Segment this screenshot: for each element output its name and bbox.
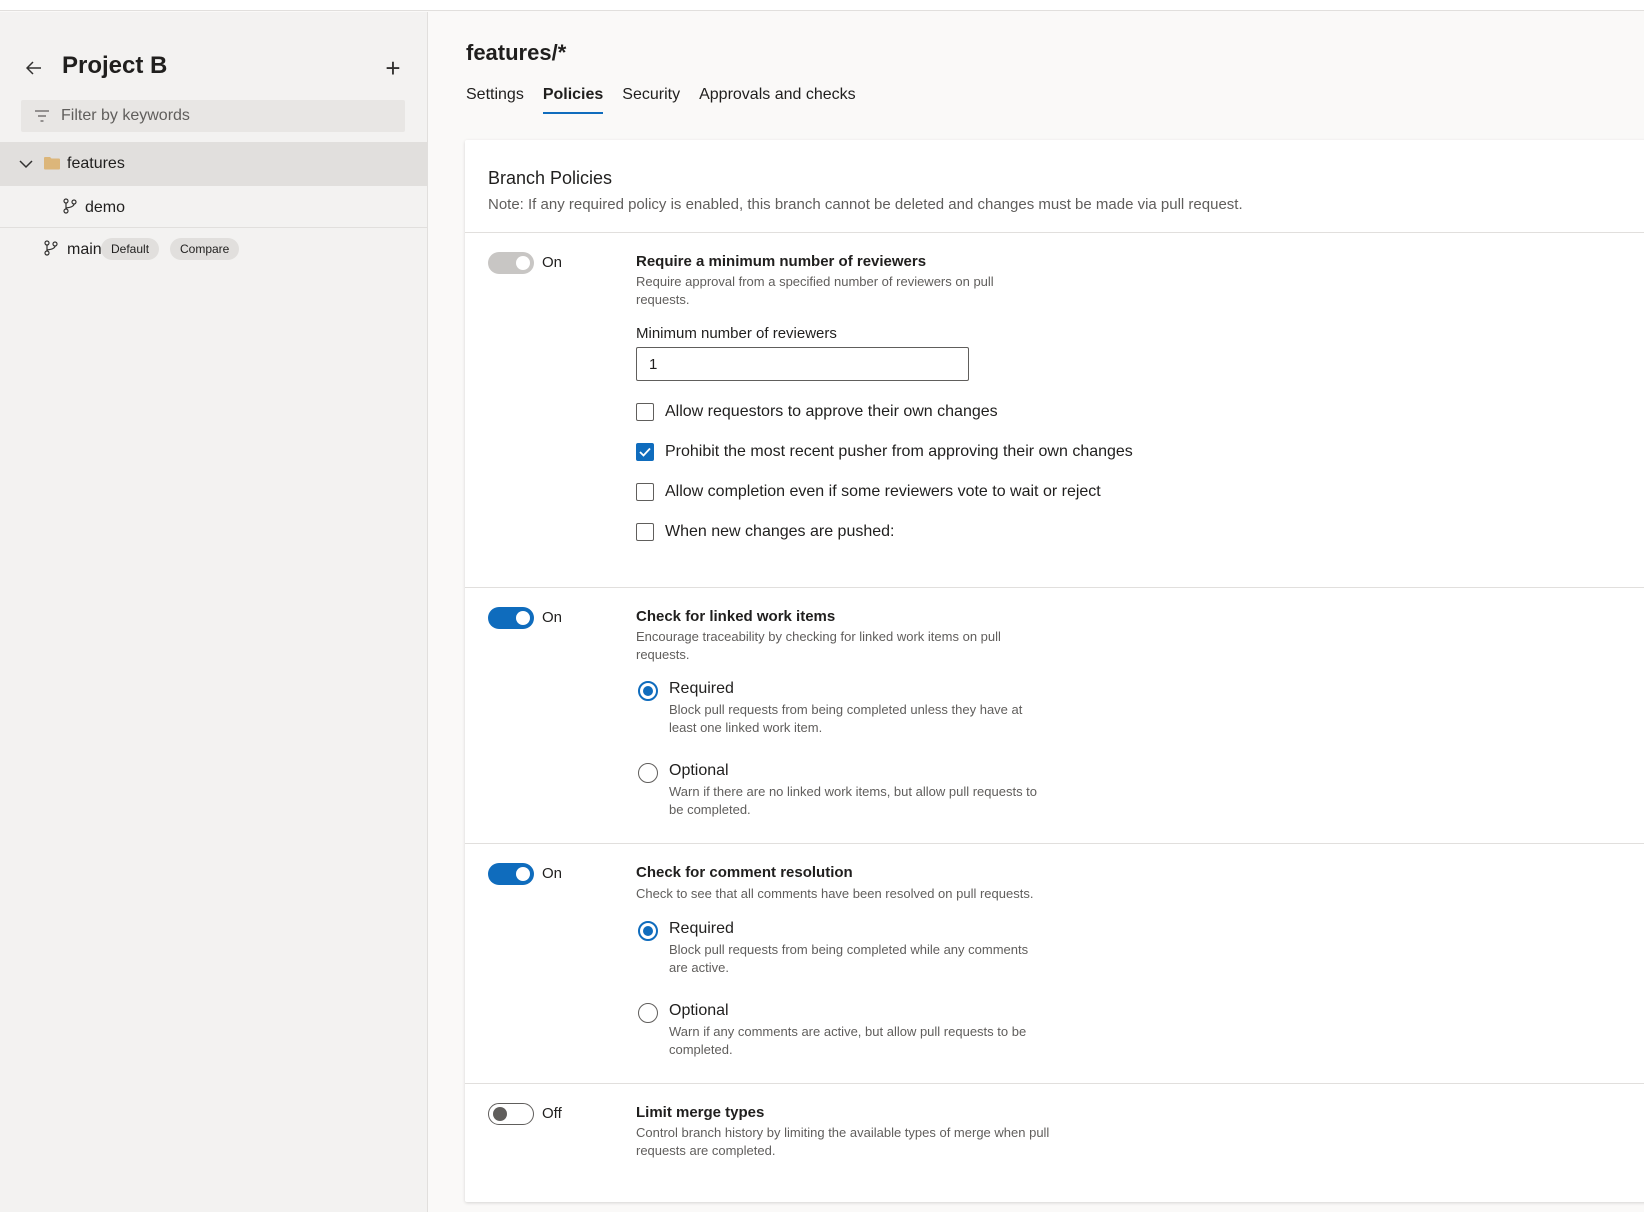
- policy-linked-work-items: On Check for linked work items Encourage…: [465, 588, 1644, 844]
- radio-button[interactable]: [638, 1003, 658, 1023]
- policy-description: Encourage traceability by checking for l…: [636, 629, 1001, 662]
- branch-policies-header: Branch Policies Note: If any required po…: [465, 140, 1644, 233]
- radio-label: Required: [669, 680, 734, 697]
- policy-title: Check for comment resolution: [636, 864, 853, 881]
- checkbox-row[interactable]: When new changes are pushed:: [636, 523, 894, 541]
- policy-min-reviewers: On Require a minimum number of reviewers…: [465, 233, 1644, 588]
- checkbox-row[interactable]: Allow requestors to approve their own ch…: [636, 403, 998, 421]
- radio-label: Optional: [669, 762, 729, 779]
- min-reviewers-label: Minimum number of reviewers: [636, 325, 837, 342]
- policy-description: Control branch history by limiting the a…: [636, 1125, 1050, 1158]
- filter-input[interactable]: [61, 107, 391, 125]
- toggle-state: On: [542, 254, 563, 271]
- plus-icon[interactable]: +: [380, 55, 406, 82]
- checkbox[interactable]: [636, 483, 654, 501]
- policy-limit-merge-types: Off Limit merge types Control branch his…: [465, 1084, 1644, 1202]
- radio-button[interactable]: [638, 763, 658, 783]
- policy-comment-resolution: On Check for comment resolution Check to…: [465, 844, 1644, 1084]
- sidebar: Project B + features demo main Default C…: [0, 12, 428, 1212]
- checkbox-label: When new changes are pushed:: [665, 523, 895, 540]
- tree-item-main[interactable]: main Default Compare: [0, 228, 428, 270]
- toggle-state: On: [542, 865, 563, 882]
- compare-button[interactable]: Compare: [170, 238, 240, 260]
- policy-description: Check to see that all comments have been…: [636, 886, 1034, 901]
- toggle-state: On: [542, 609, 563, 626]
- tree-item-label: demo: [85, 199, 126, 216]
- tree-item-features[interactable]: features: [0, 142, 428, 186]
- page-title: features/*: [466, 40, 567, 65]
- filter-icon: [35, 108, 51, 124]
- radio-description: Warn if any comments are active, but all…: [669, 1024, 1027, 1057]
- tab-approvals-and-checks[interactable]: Approvals and checks: [699, 86, 856, 114]
- tab-policies[interactable]: Policies: [542, 86, 604, 114]
- policy-title: Limit merge types: [636, 1104, 765, 1121]
- folder-icon: [44, 156, 60, 170]
- tree-item-label: features: [67, 155, 125, 172]
- checkbox-label: Allow requestors to approve their own ch…: [665, 403, 998, 420]
- back-arrow-icon[interactable]: [22, 56, 46, 80]
- policies-card: Branch Policies Note: If any required po…: [465, 140, 1644, 1202]
- policy-description: Require approval from a specified number…: [636, 274, 994, 307]
- policy-title: Require a minimum number of reviewers: [636, 253, 927, 270]
- checkbox[interactable]: [636, 523, 654, 541]
- checkbox-label: Prohibit the most recent pusher from app…: [665, 443, 1133, 460]
- policy-title: Check for linked work items: [636, 608, 836, 625]
- tree-item-label: main: [67, 241, 102, 258]
- checkbox-label: Allow completion even if some reviewers …: [665, 483, 1101, 500]
- radio-description: Block pull requests from being completed…: [669, 942, 1029, 975]
- comment-resolution-toggle[interactable]: [488, 863, 534, 885]
- filter-box[interactable]: [21, 100, 405, 132]
- checkbox-row[interactable]: Prohibit the most recent pusher from app…: [636, 443, 1133, 461]
- min-reviewers-input[interactable]: [636, 347, 969, 381]
- radio-button[interactable]: [638, 681, 658, 701]
- limit-merge-types-toggle[interactable]: [488, 1103, 534, 1125]
- radio-description: Warn if there are no linked work items, …: [669, 784, 1038, 817]
- chevron-down-icon[interactable]: [18, 156, 34, 172]
- tab-security[interactable]: Security: [622, 86, 680, 114]
- linked-work-items-toggle[interactable]: [488, 607, 534, 629]
- toggle-state: Off: [542, 1105, 562, 1122]
- min-reviewers-toggle[interactable]: [488, 252, 534, 274]
- radio-description: Block pull requests from being completed…: [669, 702, 1023, 735]
- project-title: Project B: [62, 52, 168, 79]
- checkmark-icon: [639, 447, 651, 457]
- branch-policies-title: Branch Policies: [488, 168, 613, 188]
- checkbox[interactable]: [636, 443, 654, 461]
- radio-label: Optional: [669, 1002, 729, 1019]
- branch-icon: [44, 240, 58, 256]
- branch-icon: [63, 198, 77, 214]
- tree-item-demo[interactable]: demo: [0, 186, 428, 228]
- top-bar: [0, 0, 1644, 11]
- radio-button[interactable]: [638, 921, 658, 941]
- tab-settings[interactable]: Settings: [466, 86, 524, 114]
- radio-label: Required: [669, 920, 734, 937]
- checkbox[interactable]: [636, 403, 654, 421]
- tab-bar: Settings Policies Security Approvals and…: [466, 86, 875, 114]
- checkbox-row[interactable]: Allow completion even if some reviewers …: [636, 483, 1101, 501]
- branch-policies-note: Note: If any required policy is enabled,…: [488, 196, 1243, 213]
- default-badge: Default: [101, 238, 160, 260]
